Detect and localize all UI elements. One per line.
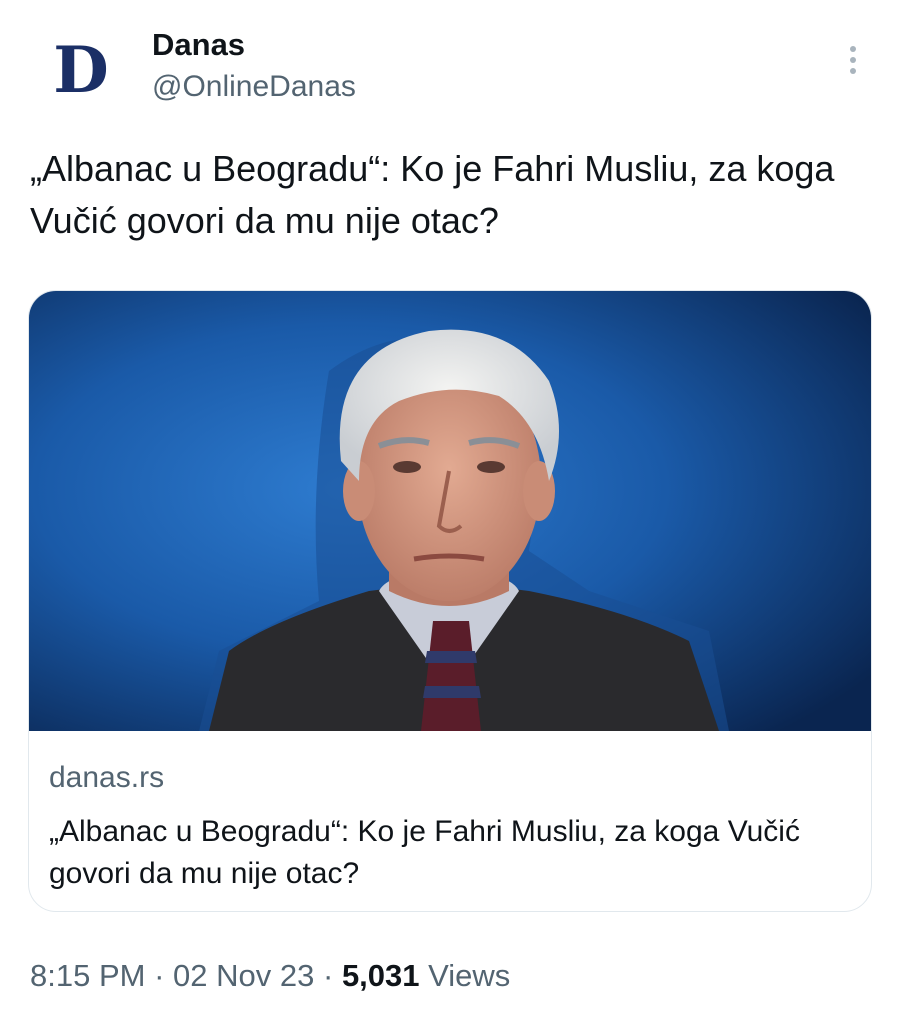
- views-count[interactable]: 5,031: [342, 958, 420, 993]
- tweet-meta: 8:15 PM · 02 Nov 23 · 5,031 Views: [30, 958, 510, 994]
- tweet-header: D Danas @OnlineDanas: [0, 0, 900, 130]
- meta-separator: ·: [154, 958, 165, 993]
- display-name[interactable]: Danas: [152, 27, 245, 63]
- tweet-text: „Albanac u Beogradu“: Ko je Fahri Musliu…: [30, 148, 835, 241]
- views-label[interactable]: Views: [428, 958, 510, 993]
- tweet-time[interactable]: 8:15 PM: [30, 958, 145, 993]
- card-photo[interactable]: [29, 291, 871, 731]
- card-title: „Albanac u Beogradu“: Ko je Fahri Musliu…: [49, 815, 800, 890]
- tweet-date[interactable]: 02 Nov 23: [173, 958, 314, 993]
- card-domain: danas.rs: [49, 761, 165, 794]
- more-vertical-icon[interactable]: [838, 40, 868, 80]
- meta-separator: ·: [322, 958, 334, 993]
- danas-logo: D: [53, 32, 108, 108]
- avatar[interactable]: D: [30, 28, 130, 112]
- user-handle[interactable]: @OnlineDanas: [152, 70, 356, 104]
- link-card[interactable]: danas.rs „Albanac u Beogradu“: Ko je Fah…: [28, 290, 872, 912]
